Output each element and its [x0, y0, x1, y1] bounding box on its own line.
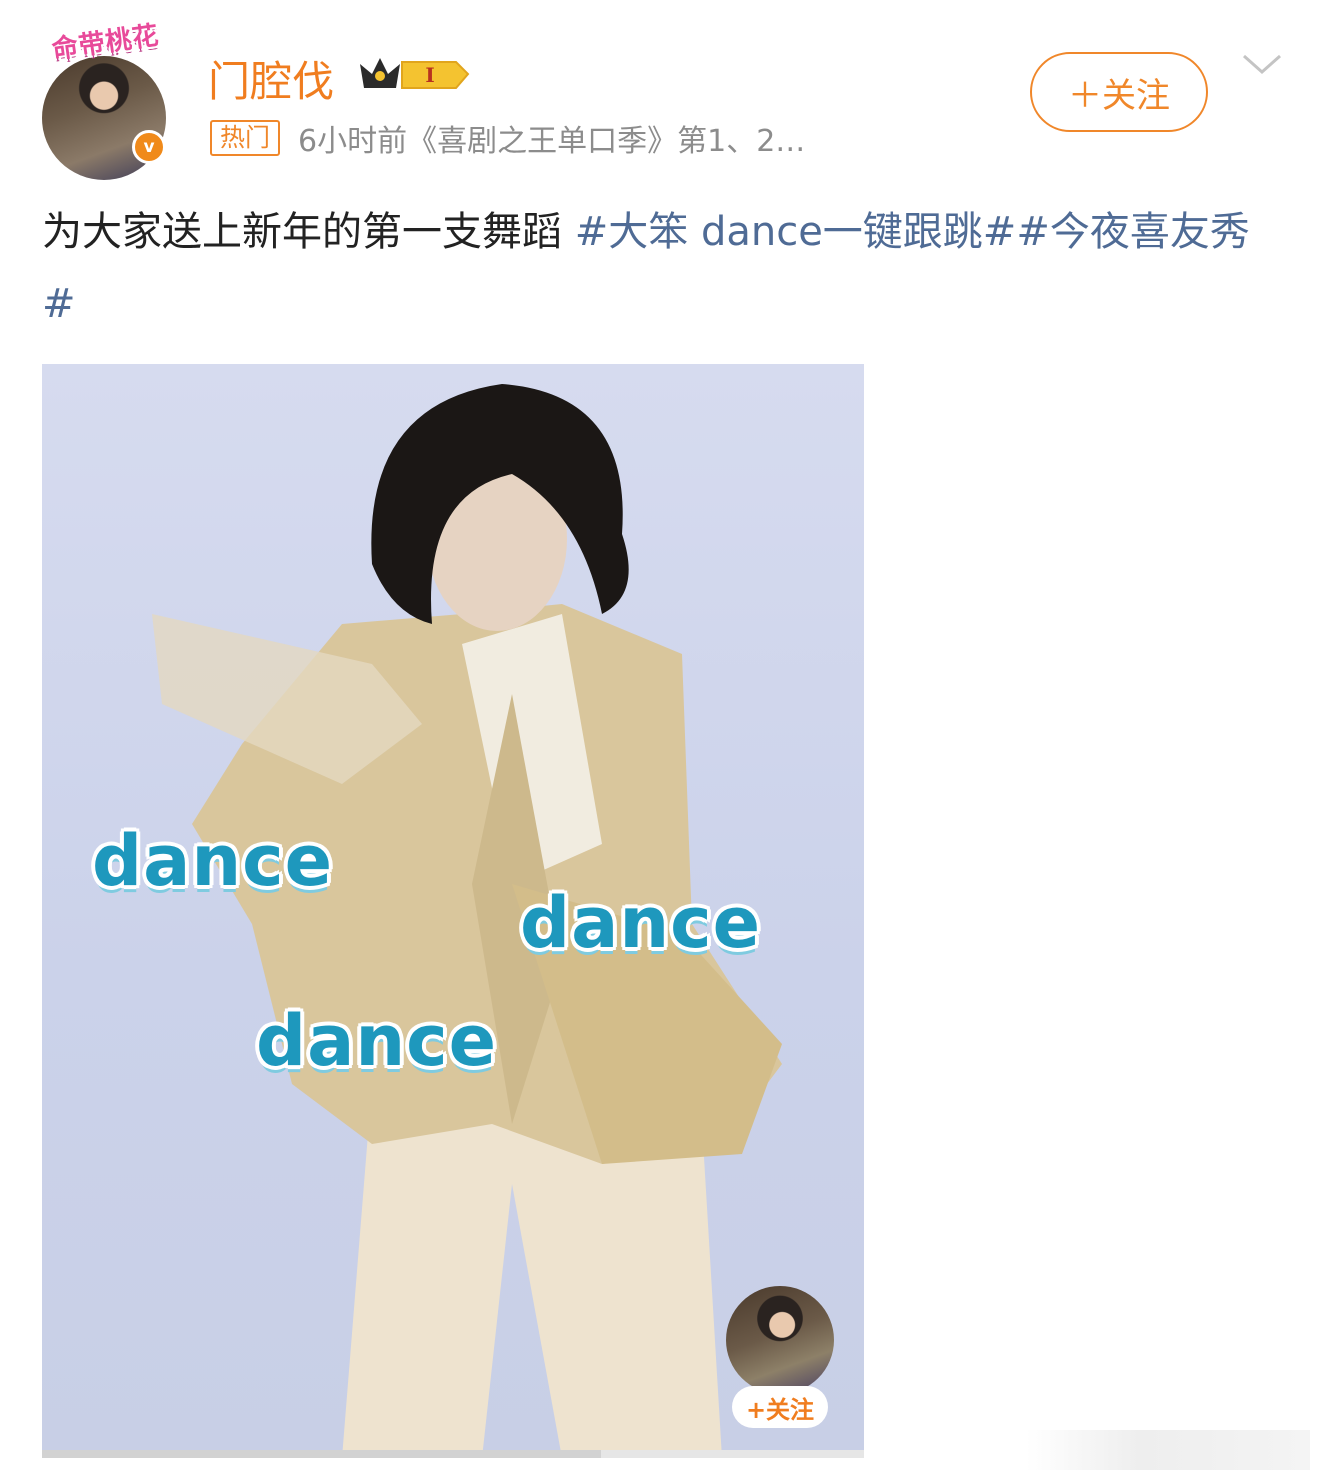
post-text: 为大家送上新年的第一支舞蹈 #大笨 dance一键跟跳##今夜喜友秀#	[42, 196, 1282, 340]
post-meta: 热门 6小时前《喜剧之王单口季》第1、2…	[210, 116, 805, 160]
bottom-divider	[1026, 1430, 1310, 1470]
post-body: 为大家送上新年的第一支舞蹈	[42, 209, 575, 255]
overlay-text: dance	[92, 820, 334, 902]
follow-button[interactable]: ＋关注	[1030, 52, 1208, 132]
crown-level-badge-icon: I	[360, 58, 470, 89]
overlay-text: dance	[520, 882, 762, 964]
video-progress-bar[interactable]	[42, 1450, 864, 1458]
overlay-text: dance	[256, 1000, 498, 1082]
verified-icon: v	[132, 130, 166, 164]
video-thumbnail[interactable]: dance dance dance +关注	[42, 364, 864, 1458]
chevron-down-icon[interactable]	[1240, 50, 1284, 80]
level-badge-text: I	[425, 63, 434, 87]
creator-avatar[interactable]	[726, 1286, 834, 1394]
avatar-frame-sticker: 命带桃花	[50, 20, 162, 66]
video-progress-fill	[42, 1450, 601, 1458]
hot-tag: 热门	[210, 120, 281, 156]
post-time-source[interactable]: 6小时前《喜剧之王单口季》第1、2…	[298, 116, 805, 160]
username[interactable]: 门腔伐	[208, 48, 334, 109]
hashtag-link[interactable]: #大笨 dance一键跟跳#	[575, 209, 1017, 255]
creator-follow-button[interactable]: +关注	[732, 1386, 828, 1428]
user-avatar-group[interactable]: 命带桃花 v	[36, 18, 176, 180]
